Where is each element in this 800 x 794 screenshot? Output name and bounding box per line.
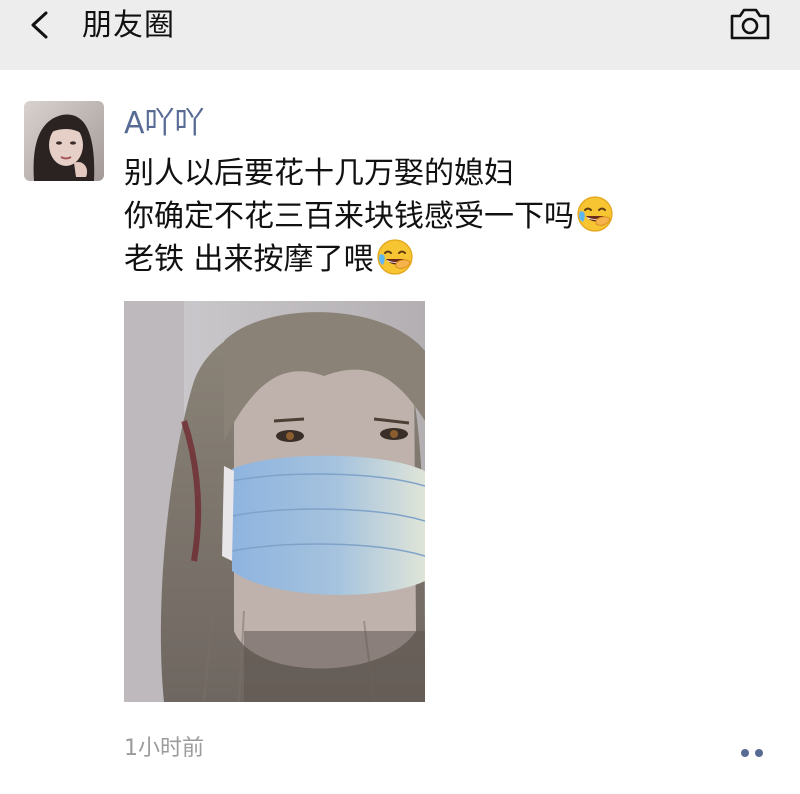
username-link[interactable]: A吖吖 bbox=[124, 104, 205, 144]
post-text-line-3: 老铁 出来按摩了喂 bbox=[124, 242, 374, 277]
post-photo[interactable] bbox=[124, 301, 425, 702]
post-text-line-1: 别人以后要花十几万娶的媳妇 bbox=[124, 156, 514, 191]
avatar[interactable] bbox=[24, 101, 104, 181]
post-text-line: 老铁 出来按摩了喂 bbox=[124, 238, 614, 281]
post-timestamp: 1小时前 bbox=[124, 736, 204, 761]
profile-photo bbox=[24, 101, 104, 181]
post-text-line: 你确定不花三百来块钱感受一下吗 bbox=[124, 195, 614, 238]
post-text-line-2: 你确定不花三百来块钱感受一下吗 bbox=[124, 199, 574, 234]
moment-post: A吖吖 别人以后要花十几万娶的媳妇 你确定不花三百来块钱感受一下吗 老铁 出来按… bbox=[0, 70, 800, 794]
post-text-line: 别人以后要花十几万娶的媳妇 bbox=[124, 152, 614, 195]
more-dots-icon bbox=[741, 749, 763, 757]
more-actions-button[interactable] bbox=[734, 742, 770, 764]
camera-button[interactable] bbox=[728, 6, 772, 42]
post-content: 别人以后要花十几万娶的媳妇 你确定不花三百来块钱感受一下吗 老铁 出来按摩了喂 bbox=[124, 152, 614, 281]
selfie-with-mask-image bbox=[124, 301, 425, 702]
camera-icon bbox=[730, 8, 770, 40]
back-button[interactable] bbox=[26, 10, 56, 40]
grinning-crying-emoji-icon bbox=[376, 239, 413, 275]
page-title: 朋友圈 bbox=[82, 8, 175, 43]
chevron-left-icon bbox=[31, 11, 48, 39]
grinning-crying-emoji-icon bbox=[577, 196, 613, 232]
top-navigation-bar: 朋友圈 bbox=[0, 0, 800, 70]
